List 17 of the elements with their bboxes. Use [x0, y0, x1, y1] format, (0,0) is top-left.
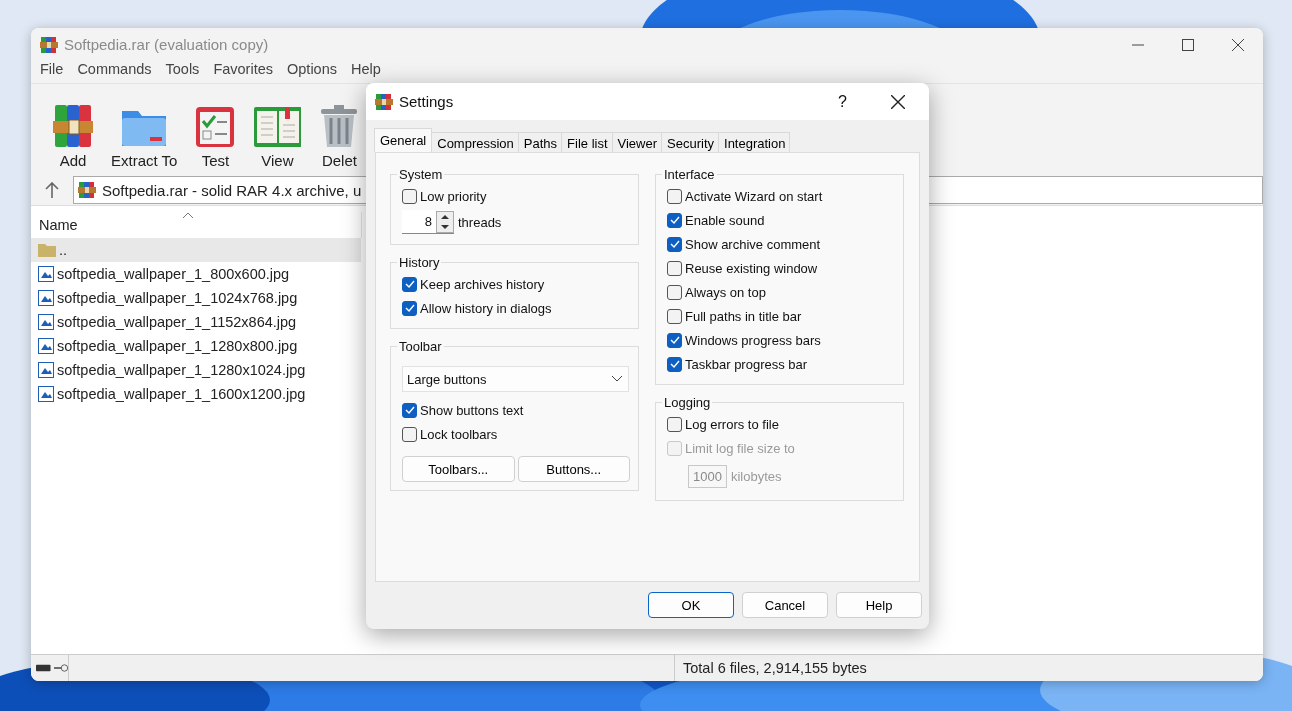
file-name: softpedia_wallpaper_1_1024x768.jpg [57, 290, 298, 306]
window-title: Softpedia.rar (evaluation copy) [64, 36, 270, 53]
file-name: softpedia_wallpaper_1_1152x864.jpg [57, 314, 297, 330]
group-title: Toolbar [398, 339, 443, 354]
spinner-label: threads [458, 214, 502, 230]
file-name: softpedia_wallpaper_1_1280x800.jpg [57, 338, 298, 354]
address-text: Softpedia.rar - solid RAR 4.x archive, u [102, 181, 362, 199]
status-text: Total 6 files, 2,914,155 bytes [682, 660, 868, 676]
field-label: kilobytes [730, 468, 782, 484]
dialog-title: Settings [399, 93, 455, 110]
column-label: Name [39, 217, 78, 233]
file-name: softpedia_wallpaper_1_800x600.jpg [57, 266, 290, 282]
group-title: History [398, 255, 441, 270]
group-title: Logging [663, 395, 712, 410]
file-name: softpedia_wallpaper_1_1600x1200.jpg [57, 386, 306, 402]
file-name: softpedia_wallpaper_1_1280x1024.jpg [57, 362, 306, 378]
file-name: .. [59, 242, 68, 258]
